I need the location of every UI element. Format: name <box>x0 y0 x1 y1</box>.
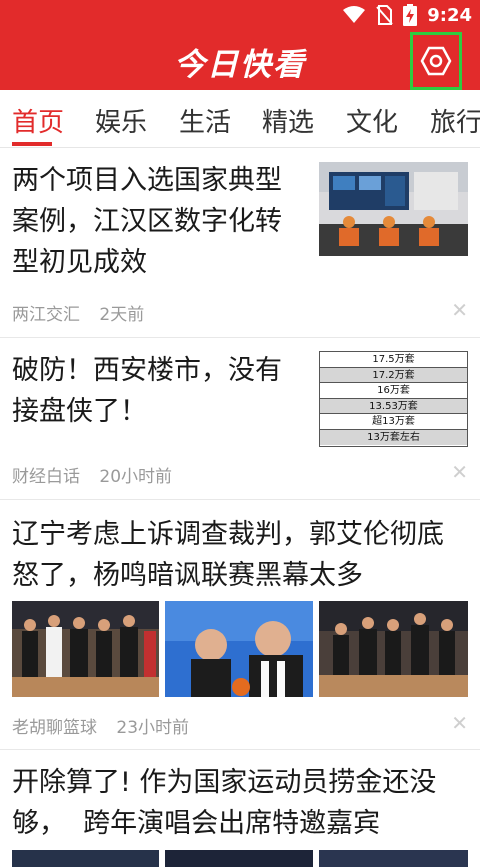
news-thumbnail <box>12 601 159 697</box>
tab-travel[interactable]: 旅行 <box>430 102 480 139</box>
news-source: 两江交汇 <box>12 305 80 325</box>
settings-button[interactable] <box>410 32 462 90</box>
news-meta: 老胡聊篮球 23小时前 <box>12 713 189 738</box>
status-bar: 9:24 <box>0 0 480 32</box>
news-thumbnail <box>12 850 159 867</box>
news-card[interactable]: 两个项目入选国家典型 案例，江汉区数字化转 型初见成效 两江交汇 2天前 ✕ <box>0 148 480 338</box>
thumb-table-row: 17.5万套 <box>320 352 467 368</box>
thumb-table-row: 13.53万套 <box>320 398 467 415</box>
news-title: 两个项目入选国家典型 案例，江汉区数字化转 型初见成效 <box>12 160 312 283</box>
no-sim-icon <box>376 5 393 25</box>
news-title: 辽宁考虑上诉调查裁判，郭艾伦彻底 怒了，杨鸣暗讽联赛黑幕太多 <box>12 514 472 596</box>
news-thumbnail <box>165 601 313 697</box>
news-thumbnail <box>319 601 468 697</box>
tab-featured[interactable]: 精选 <box>262 102 314 139</box>
news-thumbnail <box>319 162 468 256</box>
news-time: 2天前 <box>99 305 145 325</box>
news-title: 开除算了! 作为国家运动员捞金还没 够， 跨年演唱会出席特邀嘉宾 <box>12 762 472 844</box>
thumb-table-row: 13万套左右 <box>320 429 467 445</box>
news-time: 20小时前 <box>99 467 173 487</box>
news-title-line: 怒了，杨鸣暗讽联赛黑幕太多 <box>12 560 363 591</box>
app-title: 今日快看 <box>174 47 306 83</box>
news-title-line: 破防！西安楼市，没有 <box>12 355 282 386</box>
app-bar: 今日快看 <box>0 32 480 90</box>
category-tabs: 首页 娱乐 生活 精选 文化 旅行 <box>0 90 480 148</box>
news-time: 23小时前 <box>116 718 190 738</box>
news-meta: 两江交汇 2天前 <box>12 300 144 325</box>
news-meta: 财经白话 20小时前 <box>12 462 172 487</box>
news-card[interactable]: 开除算了! 作为国家运动员捞金还没 够， 跨年演唱会出席特邀嘉宾 <box>0 750 480 867</box>
wifi-icon <box>343 6 366 23</box>
news-title-line: 接盘侠了！ <box>12 396 147 427</box>
gear-hexagon-icon <box>420 46 452 76</box>
news-card[interactable]: 辽宁考虑上诉调查裁判，郭艾伦彻底 怒了，杨鸣暗讽联赛黑幕太多 老胡聊篮球 23小… <box>0 500 480 750</box>
news-title-line: 型初见成效 <box>12 247 147 278</box>
news-title: 破防！西安楼市，没有 接盘侠了！ <box>12 350 312 432</box>
status-icons: 9:24 <box>343 4 472 26</box>
tab-entertainment[interactable]: 娱乐 <box>95 102 147 139</box>
dismiss-icon[interactable]: ✕ <box>451 298 468 322</box>
news-title-line: 开除算了! 作为国家运动员捞金还没 <box>12 767 437 798</box>
battery-charging-icon <box>403 4 418 26</box>
active-tab-indicator <box>12 142 52 146</box>
dismiss-icon[interactable]: ✕ <box>451 711 468 735</box>
clock-time: 9:24 <box>427 4 472 26</box>
dismiss-icon[interactable]: ✕ <box>451 460 468 484</box>
news-title-line: 案例，江汉区数字化转 <box>12 206 282 237</box>
thumb-table-row: 17.2万套 <box>320 367 467 384</box>
thumb-table-row: 16万套 <box>320 383 467 399</box>
news-title-line: 辽宁考虑上诉调查裁判，郭艾伦彻底 <box>12 519 444 550</box>
tab-culture[interactable]: 文化 <box>346 102 398 139</box>
news-title-line: 够， 跨年演唱会出席特邀嘉宾 <box>12 808 381 839</box>
news-thumbnail: 17.5万套 17.2万套 16万套 13.53万套 超13万套 13万套左右 <box>319 351 468 447</box>
news-thumbnail <box>319 850 468 867</box>
news-card[interactable]: 破防！西安楼市，没有 接盘侠了！ 17.5万套 17.2万套 16万套 13.5… <box>0 338 480 500</box>
news-title-line: 两个项目入选国家典型 <box>12 165 282 196</box>
news-thumbnail <box>165 850 313 867</box>
thumb-table-row: 超13万套 <box>320 414 467 430</box>
news-source: 老胡聊篮球 <box>12 718 97 738</box>
tab-home[interactable]: 首页 <box>12 102 64 139</box>
news-source: 财经白话 <box>12 467 80 487</box>
tab-life[interactable]: 生活 <box>179 102 231 139</box>
